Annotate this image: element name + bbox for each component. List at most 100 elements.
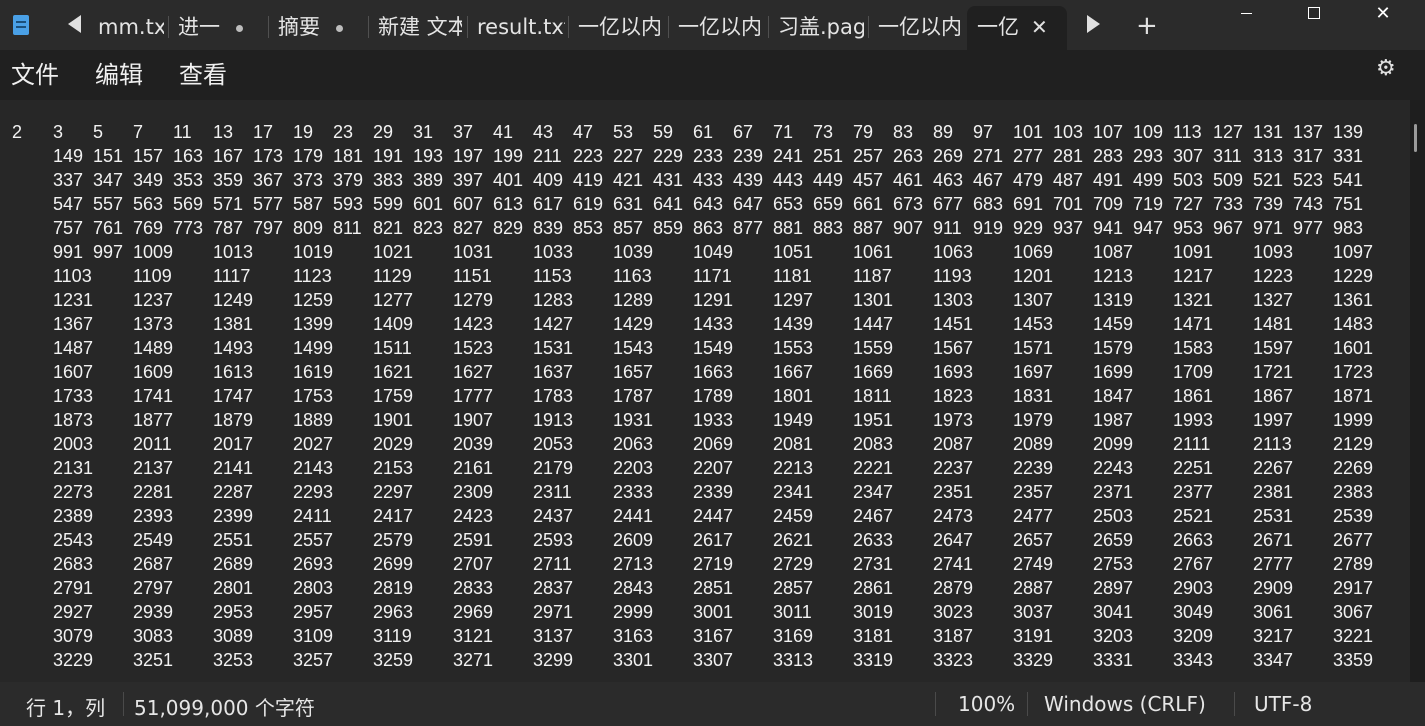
number-token: 1669 <box>853 362 894 382</box>
number-token: 113 <box>1173 122 1202 142</box>
tab-jinyi[interactable]: 进一 <box>178 8 258 46</box>
number-token: 647 <box>733 194 764 214</box>
number-token: 3061 <box>1253 602 1294 622</box>
number-token: 1447 <box>853 314 894 334</box>
number-token: 461 <box>893 170 924 190</box>
vertical-scrollbar[interactable] <box>1410 100 1425 682</box>
number-token: 263 <box>893 146 924 166</box>
number-token: 1697 <box>1013 362 1054 382</box>
number-token: 2311 <box>533 482 572 502</box>
text-editor[interactable]: 2 3 5 7 11 13 17 19 23 29 31 37 41 43 47 53 59 61 67 71 73 7… <box>0 100 1410 682</box>
tab-divider <box>268 16 269 38</box>
number-token: 23 <box>333 122 354 142</box>
status-divider <box>1027 692 1028 716</box>
number-token: 1373 <box>133 314 174 334</box>
number-token: 1181 <box>773 266 812 286</box>
number-token: 967 <box>1213 218 1244 238</box>
number-token: 773 <box>173 218 204 238</box>
tab-new-text[interactable]: 新建 文本 <box>378 8 462 46</box>
tab-yiyi-2[interactable]: 一亿以内 <box>678 8 762 46</box>
number-token: 2579 <box>373 530 414 550</box>
tab-active[interactable]: 一亿 ✕ <box>967 6 1067 50</box>
number-token: 709 <box>1093 194 1124 214</box>
number-token: 157 <box>133 146 164 166</box>
number-token: 1279 <box>453 290 494 310</box>
number-token: 277 <box>1013 146 1044 166</box>
tab-label: result.txt <box>477 15 565 39</box>
number-token: 2011 <box>133 434 172 454</box>
number-token: 769 <box>133 218 164 238</box>
number-token: 137 <box>1293 122 1324 142</box>
tab-divider <box>168 16 169 38</box>
number-token: 2557 <box>293 530 334 550</box>
number-token: 409 <box>533 170 564 190</box>
text-line: 2683 2687 2689 2693 2699 2707 2711 2713 2719 2729… <box>53 552 1410 576</box>
number-token: 2417 <box>373 506 414 526</box>
text-line: 1487 1489 1493 1499 1511 1523 1531 1543 1549 1553… <box>53 336 1410 360</box>
menu-view[interactable]: 查看 <box>179 55 227 90</box>
number-token: 2903 <box>1173 578 1214 598</box>
tab-result[interactable]: result.txt <box>477 8 565 46</box>
number-token: 1033 <box>533 242 574 262</box>
number-token: 631 <box>613 194 644 214</box>
number-token: 2711 <box>533 554 572 574</box>
tab-label: 一亿以内 <box>578 15 662 39</box>
number-token: 839 <box>533 218 564 238</box>
number-token: 2957 <box>293 602 334 622</box>
gear-icon[interactable]: ⚙ <box>1376 56 1396 81</box>
tab-mm[interactable]: mm.tx <box>98 8 164 46</box>
number-token: 1901 <box>373 410 414 430</box>
tab-yiyi-3[interactable]: 一亿以内 <box>878 8 962 46</box>
number-token: 3041 <box>1093 602 1134 622</box>
number-token: 2137 <box>133 458 174 478</box>
menu-file[interactable]: 文件 <box>11 55 59 90</box>
number-token: 2141 <box>213 458 254 478</box>
number-token: 1823 <box>933 386 974 406</box>
text-line: 2131 2137 2141 2143 2153 2161 2179 2203 2207 2213… <box>53 456 1410 480</box>
scroll-tabs-left-icon[interactable] <box>68 15 81 33</box>
number-token: 1873 <box>53 410 94 430</box>
scroll-tabs-right-icon[interactable] <box>1087 15 1100 33</box>
number-token: 2237 <box>933 458 974 478</box>
number-token: 3319 <box>853 650 894 670</box>
number-token: 1201 <box>1013 266 1054 286</box>
menu-edit[interactable]: 编辑 <box>95 55 143 90</box>
number-token: 2647 <box>933 530 974 550</box>
number-token: 1831 <box>1013 386 1054 406</box>
tab-divider <box>768 16 769 38</box>
number-token: 2591 <box>453 530 494 550</box>
number-token: 17 <box>253 122 274 142</box>
zoom-level[interactable]: 100% <box>958 692 1015 716</box>
number-token: 2213 <box>773 458 814 478</box>
tab-yiyi-1[interactable]: 一亿以内 <box>578 8 662 46</box>
number-token: 97 <box>973 122 994 142</box>
number-token: 2927 <box>53 602 94 622</box>
number-token: 3257 <box>293 650 334 670</box>
close-tab-icon[interactable]: ✕ <box>1031 6 1048 48</box>
cursor-position: 行 1，列 <box>26 696 106 720</box>
number-token: 233 <box>693 146 724 166</box>
number-token: 953 <box>1173 218 1204 238</box>
number-token: 1811 <box>853 386 892 406</box>
number-token: 683 <box>973 194 1004 214</box>
number-token: 3079 <box>53 626 94 646</box>
close-window-icon[interactable]: ✕ <box>1358 0 1408 30</box>
tab-xigai[interactable]: 习盖.pag <box>778 8 864 46</box>
number-token: 2971 <box>533 602 574 622</box>
number-token: 1319 <box>1093 290 1134 310</box>
text-line: 2273 2281 2287 2293 2297 2309 2311 2333 2339 2341… <box>53 480 1410 504</box>
line-ending[interactable]: Windows (CRLF) <box>1044 692 1206 716</box>
number-token: 2521 <box>1173 506 1214 526</box>
minimize-icon[interactable] <box>1241 13 1252 14</box>
new-tab-button[interactable]: + <box>1136 8 1158 44</box>
number-token: 1493 <box>213 338 254 358</box>
number-token: 1249 <box>213 290 254 310</box>
maximize-icon[interactable] <box>1308 7 1320 19</box>
number-token: 13 <box>213 122 234 142</box>
encoding[interactable]: UTF-8 <box>1254 692 1312 716</box>
number-token: 2531 <box>1253 506 1294 526</box>
scrollbar-thumb[interactable] <box>1414 124 1417 152</box>
number-token: 2731 <box>853 554 894 574</box>
number-token: 829 <box>493 218 524 238</box>
tab-zhaiyao[interactable]: 摘要 <box>278 8 358 46</box>
